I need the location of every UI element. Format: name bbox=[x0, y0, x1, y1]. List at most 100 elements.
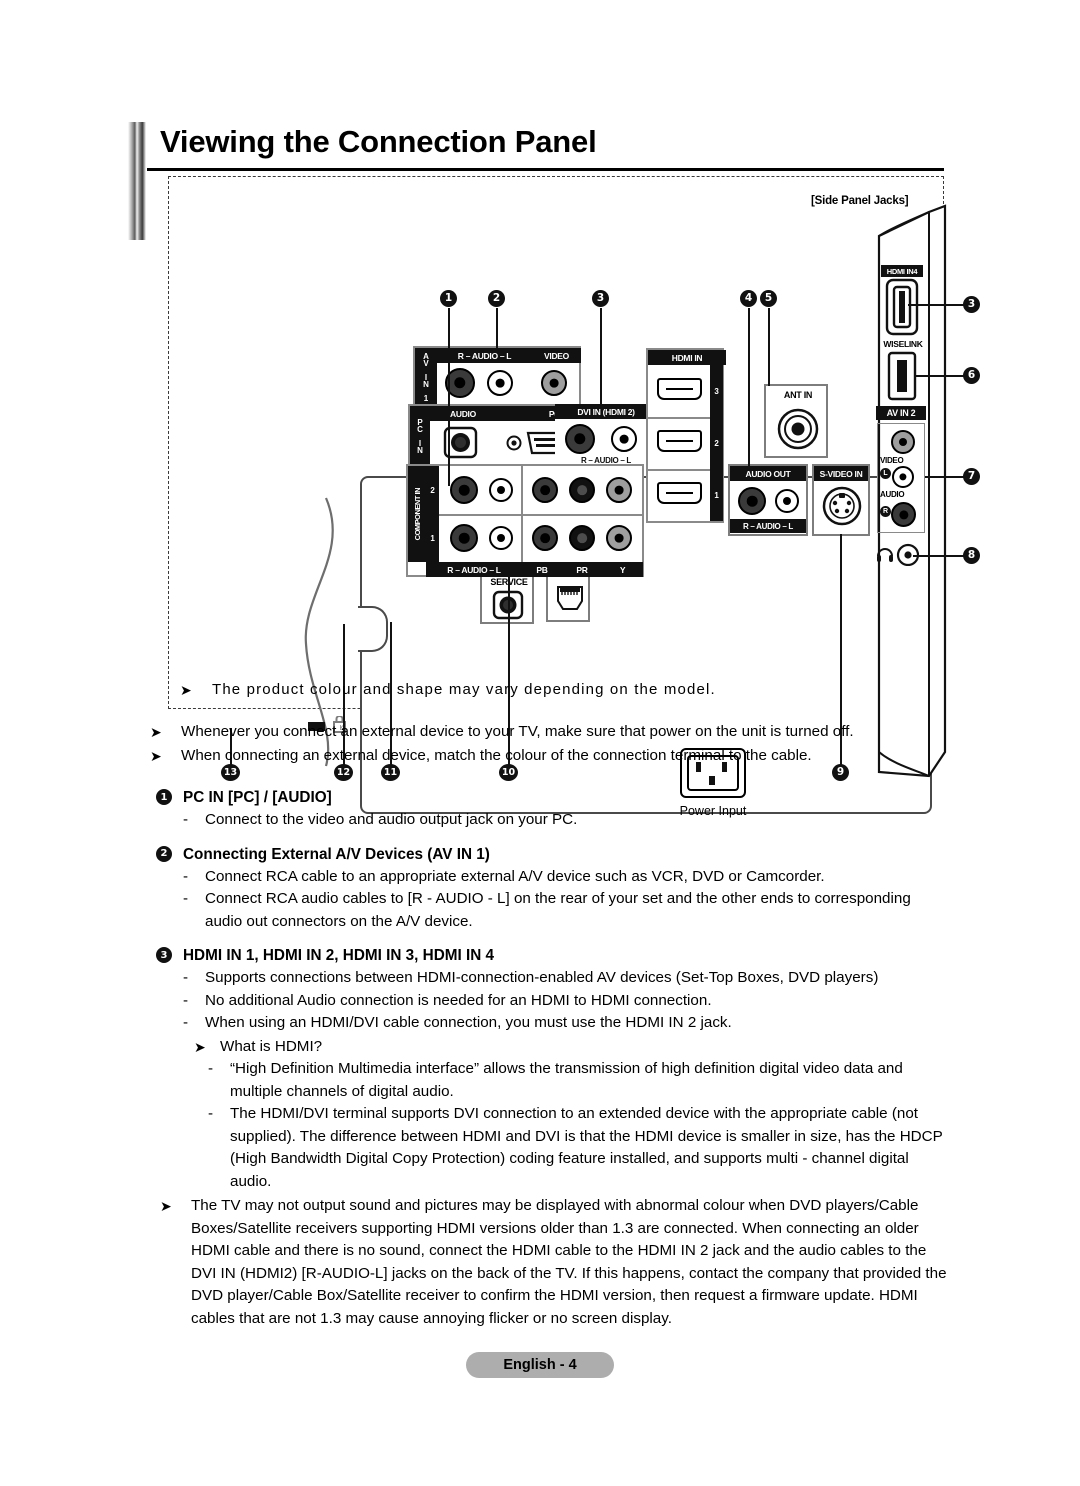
dash-bullet-icon: - bbox=[208, 1105, 214, 1122]
audio-out-label: AUDIO OUT bbox=[730, 466, 806, 481]
s-video-din-icon bbox=[822, 486, 862, 526]
ant-in-block: ANT IN bbox=[764, 384, 828, 458]
section-item: - Connect RCA cable to an appropriate ex… bbox=[183, 866, 950, 889]
component-row-divider bbox=[439, 514, 643, 516]
callout-3-side: 3 bbox=[963, 296, 980, 313]
section-item: - When using an HDMI/DVI cable connectio… bbox=[183, 1012, 950, 1035]
av2-left-channel-badge: L bbox=[880, 468, 891, 479]
section-item: - Connect RCA audio cables to [R - AUDIO… bbox=[183, 888, 950, 933]
hdmi-in-4-label: HDMI IN4 bbox=[881, 265, 923, 277]
component-pr-label: PR bbox=[562, 562, 602, 577]
component-y-label: Y bbox=[602, 562, 643, 577]
callout-8: 8 bbox=[963, 547, 980, 564]
av-in-1-video-label: VIDEO bbox=[532, 348, 581, 363]
callout-6: 6 bbox=[963, 367, 980, 384]
component-row-2-label: 2 bbox=[426, 466, 439, 514]
note-row: ➤ Whenever you connect an external devic… bbox=[150, 721, 946, 743]
arrow-bullet-icon: ➤ bbox=[150, 725, 162, 741]
section-heading-1: 1 PC IN [PC] / [AUDIO] bbox=[150, 786, 950, 809]
note-row: ➤ When connecting an external device, ma… bbox=[150, 745, 946, 767]
av2-video-jack bbox=[891, 430, 915, 454]
callout-1: 1 bbox=[440, 290, 457, 307]
audio-out-l-jack bbox=[775, 489, 799, 513]
note-colour-match-text: When connecting an external device, matc… bbox=[181, 747, 812, 764]
callout-3: 3 bbox=[592, 290, 609, 307]
section-number-badge: 3 bbox=[156, 947, 172, 963]
pc-in-label: PC IN bbox=[410, 406, 430, 465]
arrow-bullet-icon: ➤ bbox=[194, 1039, 206, 1056]
s-video-in-block: S-VIDEO IN bbox=[812, 464, 870, 536]
dash-bullet-icon: - bbox=[183, 867, 189, 885]
arrow-bullet-icon: ➤ bbox=[160, 1199, 172, 1215]
dvi-audio-r-jack bbox=[565, 424, 595, 454]
av1-video-jack bbox=[541, 370, 567, 396]
av-in-1-audio-label: R – AUDIO – L bbox=[437, 348, 532, 363]
section-subitem: - The HDMI/DVI terminal supports DVI con… bbox=[208, 1103, 950, 1193]
connection-sections: 1 PC IN [PC] / [AUDIO] - Connect to the … bbox=[150, 786, 950, 1330]
leader-1 bbox=[448, 308, 450, 486]
hdmi-in-4-port bbox=[885, 278, 919, 336]
headphone-jack bbox=[877, 543, 920, 566]
arrow-bullet-icon: ➤ bbox=[150, 749, 162, 765]
dash-bullet-icon: - bbox=[208, 1060, 214, 1077]
tv-rear-notch bbox=[358, 606, 388, 652]
component2-y-jack bbox=[606, 477, 632, 503]
component1-pb-jack bbox=[532, 525, 558, 551]
section-item: - Connect to the video and audio output … bbox=[183, 809, 950, 832]
component2-pr-jack bbox=[569, 477, 595, 503]
leader-2 bbox=[496, 308, 498, 350]
audio-out-r-jack bbox=[738, 487, 766, 515]
note-product-colour: ➤ The product colour and shape may vary … bbox=[180, 680, 940, 700]
section-heading-2: 2 Connecting External A/V Devices (AV IN… bbox=[150, 843, 950, 866]
leader-4 bbox=[748, 308, 750, 466]
section-2-item-2: Connect RCA audio cables to [R - AUDIO -… bbox=[205, 890, 911, 930]
section-2-item-1: Connect RCA cable to an appropriate exte… bbox=[205, 867, 825, 885]
av2-audio-label: AUDIO bbox=[880, 490, 905, 499]
hdmi-definition-text: “High Definition Multimedia interface” a… bbox=[230, 1060, 903, 1100]
av2-video-label: VIDEO bbox=[880, 456, 904, 465]
callout-7: 7 bbox=[963, 468, 980, 485]
av2-right-channel-badge: R bbox=[880, 506, 891, 517]
service-jack-block: SERVICE bbox=[480, 572, 534, 624]
component2-audio-l-jack bbox=[489, 478, 513, 502]
av2-audio-r-jack bbox=[891, 502, 916, 527]
manual-page: Viewing the Connection Panel [Side Panel… bbox=[0, 0, 1080, 1486]
component1-y-jack bbox=[606, 525, 632, 551]
av-in-1-label: AV IN 1 bbox=[415, 348, 437, 405]
section-subitem: - “High Definition Multimedia interface”… bbox=[208, 1058, 950, 1103]
component-in-block: COMPONENT IN 2 1 R – AUDIO – L PB PR Y bbox=[406, 464, 644, 577]
dash-bullet-icon: - bbox=[183, 811, 189, 828]
hdmi-divider-2 bbox=[648, 469, 710, 471]
dvi-in-label: DVI IN (HDMI 2) bbox=[555, 404, 657, 419]
section-heading-3: 3 HDMI IN 1, HDMI IN 2, HDMI IN 3, HDMI … bbox=[150, 944, 950, 967]
section-title-av-in-1: Connecting External A/V Devices (AV IN 1… bbox=[183, 845, 490, 863]
s-video-in-label: S-VIDEO IN bbox=[814, 466, 868, 481]
title-divider bbox=[147, 168, 944, 171]
hdmi-version-note-text: The TV may not output sound and pictures… bbox=[191, 1197, 947, 1327]
section-title-hdmi-in: HDMI IN 1, HDMI IN 2, HDMI IN 3, HDMI IN… bbox=[183, 947, 495, 964]
section-1-item-1: Connect to the video and audio output ja… bbox=[205, 811, 578, 828]
notch-mask bbox=[354, 608, 362, 650]
title-accent-bar bbox=[128, 122, 146, 240]
section-number-badge: 2 bbox=[156, 845, 172, 862]
callout-5: 5 bbox=[760, 290, 777, 307]
audio-out-rl-label: R – AUDIO – L bbox=[730, 519, 806, 533]
leader-5 bbox=[768, 308, 770, 386]
page-footer-label: English - 4 bbox=[503, 1357, 577, 1373]
av-in-1-block: R – AUDIO – L VIDEO AV IN 1 bbox=[413, 346, 581, 406]
pc-audio-label: AUDIO bbox=[430, 406, 496, 421]
wiselink-label: WISELINK bbox=[883, 339, 923, 349]
what-is-hdmi-row: ➤ What is HDMI? bbox=[194, 1036, 950, 1059]
section-item: - Supports connections between HDMI-conn… bbox=[183, 967, 950, 990]
hdmi-in-block: HDMI IN 3 2 1 bbox=[646, 348, 726, 523]
component-in-label: COMPONENT IN bbox=[408, 466, 426, 562]
section-3-item-3: When using an HDMI/DVI cable connection,… bbox=[205, 1014, 732, 1031]
leader-8 bbox=[913, 555, 964, 557]
component1-pr-jack bbox=[569, 525, 595, 551]
component-row-1-label: 1 bbox=[426, 514, 439, 562]
section-3-item-2: No additional Audio connection is needed… bbox=[205, 991, 712, 1009]
leader-3 bbox=[600, 308, 602, 406]
note-power-off-text: Whenever you connect an external device … bbox=[181, 723, 854, 740]
section-item: - No additional Audio connection is need… bbox=[183, 990, 950, 1013]
dvi-in-block: DVI IN (HDMI 2) R – AUDIO – L bbox=[555, 404, 657, 467]
